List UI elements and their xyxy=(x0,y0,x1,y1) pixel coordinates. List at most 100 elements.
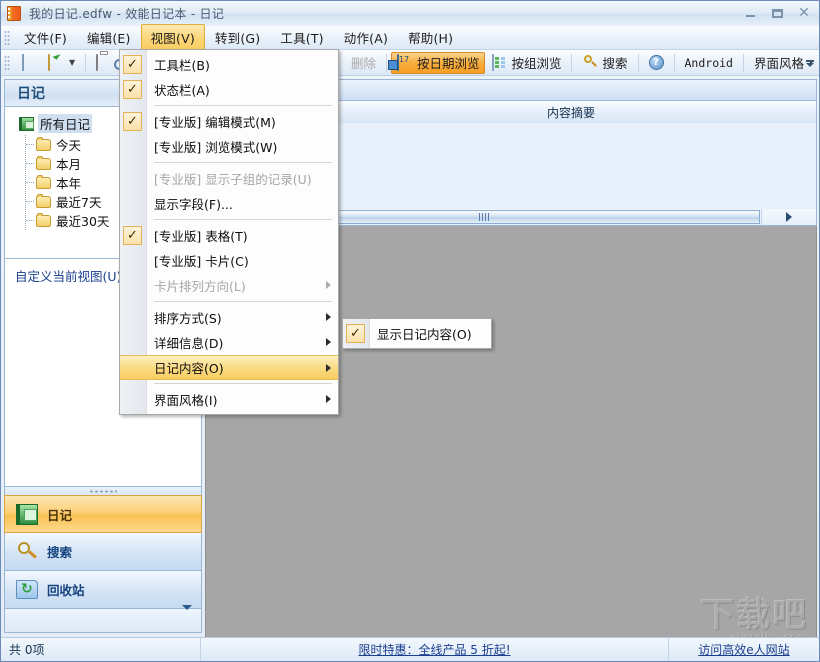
checkmark-icon: ✓ xyxy=(123,112,142,131)
checkmark-icon: ✓ xyxy=(123,55,142,74)
maximize-icon[interactable] xyxy=(766,4,788,22)
menu-item-label: 显示字段(F)... xyxy=(154,197,233,212)
toolbar-separator xyxy=(742,53,744,72)
chevron-down-icon[interactable]: ▼ xyxy=(69,58,75,67)
menu-item-label: 详细信息(D) xyxy=(154,336,224,351)
menu-item-toolbar[interactable]: ✓ 工具栏(B) xyxy=(120,52,338,77)
menu-item-statusbar[interactable]: ✓ 状态栏(A) xyxy=(120,77,338,102)
menu-item-show-fields[interactable]: 显示字段(F)... xyxy=(120,191,338,216)
window-controls: ✕ xyxy=(739,4,815,22)
view-dropdown-menu: ✓ 工具栏(B) ✓ 状态栏(A) ✓ [专业版] 编辑模式(M) [专业版] … xyxy=(119,49,339,415)
folder-icon xyxy=(36,155,51,170)
chevron-down-icon[interactable] xyxy=(182,605,192,610)
submenu-item-show-diary-content[interactable]: ✓ 显示日记内容(O) xyxy=(343,321,491,346)
watermark-text: 下载吧 xyxy=(700,595,808,635)
sidebar-item-label: 搜索 xyxy=(47,545,73,560)
menu-item-details[interactable]: 详细信息(D) xyxy=(120,330,338,355)
menu-item-show-subgroup-records: [专业版] 显示子组的记录(U) xyxy=(120,166,338,191)
menu-item-label: 卡片排列方向(L) xyxy=(154,279,246,294)
status-item-count: 共 0项 xyxy=(1,638,201,661)
tree-item-label: 最近7天 xyxy=(56,195,102,210)
folder-icon xyxy=(36,212,51,227)
menu-item-label: [专业版] 表格(T) xyxy=(154,229,248,244)
menu-item-skin[interactable]: 界面风格(I) xyxy=(120,387,338,412)
minimize-icon[interactable] xyxy=(739,4,761,22)
sidebar-item-label: 日记 xyxy=(47,507,73,523)
watermark: 下载吧 xiazaiba.com xyxy=(700,587,808,643)
new-document-icon xyxy=(20,53,36,71)
browse-by-date-button[interactable]: 按日期浏览 xyxy=(390,51,486,74)
menu-item-edit-mode[interactable]: ✓ [专业版] 编辑模式(M) xyxy=(120,109,338,134)
recycle-bin-icon xyxy=(16,580,38,599)
menu-item-card-view[interactable]: [专业版] 卡片(C) xyxy=(120,248,338,273)
column-header-summary-label: 内容摘要 xyxy=(546,105,595,120)
status-promo-link[interactable]: 限时特惠：全线产品 5 折起! xyxy=(358,641,510,658)
folder-icon xyxy=(36,174,51,189)
browse-by-group-button[interactable]: 按组浏览 xyxy=(485,52,567,74)
toolbar-separator xyxy=(385,53,387,72)
toolbar-separator xyxy=(85,53,87,72)
group-tree-icon xyxy=(491,53,507,71)
menu-view[interactable]: 视图(V) xyxy=(140,23,205,52)
menu-grip-icon[interactable] xyxy=(4,29,10,46)
submenu-item-label: 显示日记内容(O) xyxy=(377,327,472,342)
menu-tools[interactable]: 工具(T) xyxy=(270,24,333,52)
application-window: 我的日记.edfw - 效能日记本 - 日记 ✕ 文件(F) 编辑(E) 视图(… xyxy=(0,0,820,662)
checkmark-icon: ✓ xyxy=(346,324,365,343)
menu-item-label: [专业版] 编辑模式(M) xyxy=(154,115,276,130)
diary-book-icon xyxy=(16,503,38,525)
sidebar-item-search[interactable]: 搜索 xyxy=(4,533,202,571)
delete-button[interactable]: 删除 xyxy=(345,52,382,74)
open-folder-icon xyxy=(48,53,64,71)
close-icon[interactable]: ✕ xyxy=(793,4,815,22)
tree-item-label: 本月 xyxy=(56,157,82,172)
menu-edit[interactable]: 编辑(E) xyxy=(77,24,141,52)
nav-splitter[interactable] xyxy=(4,487,202,495)
sidebar-item-recycle-bin[interactable]: 回收站 xyxy=(4,571,202,609)
calendar-icon xyxy=(396,53,413,71)
sidebar-overflow-area xyxy=(4,605,202,633)
new-diary-button[interactable] xyxy=(14,52,42,74)
column-header-summary[interactable]: 内容摘要 xyxy=(326,101,816,123)
menu-item-label: [专业版] 卡片(C) xyxy=(154,254,249,269)
folder-icon xyxy=(36,136,51,151)
browse-by-group-label: 按组浏览 xyxy=(511,56,562,71)
menu-item-label: 排序方式(S) xyxy=(154,311,222,326)
chevron-right-icon xyxy=(326,395,331,403)
android-button[interactable]: Android xyxy=(679,52,739,74)
menu-item-sort-by[interactable]: 排序方式(S) xyxy=(120,305,338,330)
open-file-button[interactable]: ▼ xyxy=(42,52,81,74)
help-button[interactable]: ? xyxy=(643,52,670,74)
customize-current-view-link[interactable]: 自定义当前视图(U)... xyxy=(15,269,133,284)
menu-help[interactable]: 帮助(H) xyxy=(398,24,463,52)
menu-actions[interactable]: 动作(A) xyxy=(334,24,398,52)
menu-item-table-view[interactable]: ✓ [专业版] 表格(T) xyxy=(120,223,338,248)
status-site-link[interactable]: 访问高效e人网站 xyxy=(698,641,789,658)
checkmark-icon: ✓ xyxy=(123,226,142,245)
menu-file[interactable]: 文件(F) xyxy=(14,24,77,52)
menu-item-browse-mode[interactable]: [专业版] 浏览模式(W) xyxy=(120,134,338,159)
menu-item-diary-content[interactable]: 日记内容(O) xyxy=(120,355,338,380)
tree-item-label: 最近30天 xyxy=(56,214,110,229)
toolbar-grip-icon[interactable] xyxy=(4,54,10,71)
menu-goto[interactable]: 转到(G) xyxy=(205,24,270,52)
diary-book-icon xyxy=(19,116,34,131)
status-promo-cell: 限时特惠：全线产品 5 折起! xyxy=(201,638,669,661)
menu-separator xyxy=(154,383,332,384)
menu-item-label: 日记内容(O) xyxy=(154,361,224,376)
magnifier-icon xyxy=(16,541,38,562)
sidebar-item-diary[interactable]: 日记 xyxy=(4,495,202,533)
menu-item-label: [专业版] 浏览模式(W) xyxy=(154,140,278,155)
status-bar: 共 0项 限时特惠：全线产品 5 折起! 访问高效e人网站 xyxy=(1,637,819,661)
diary-content-submenu: ✓ 显示日记内容(O) xyxy=(342,318,492,349)
toolbar-overflow-button[interactable] xyxy=(803,53,817,73)
search-icon xyxy=(582,55,598,71)
scroll-right-arrow-icon[interactable] xyxy=(761,209,816,225)
sidebar-item-label: 回收站 xyxy=(47,583,85,598)
menu-separator xyxy=(154,105,332,106)
menu-item-label: [专业版] 显示子组的记录(U) xyxy=(154,172,312,187)
tree-item-label: 本年 xyxy=(56,176,82,191)
search-button[interactable]: 搜索 xyxy=(576,52,633,74)
help-icon: ? xyxy=(648,55,664,70)
search-button-label: 搜索 xyxy=(602,56,628,71)
